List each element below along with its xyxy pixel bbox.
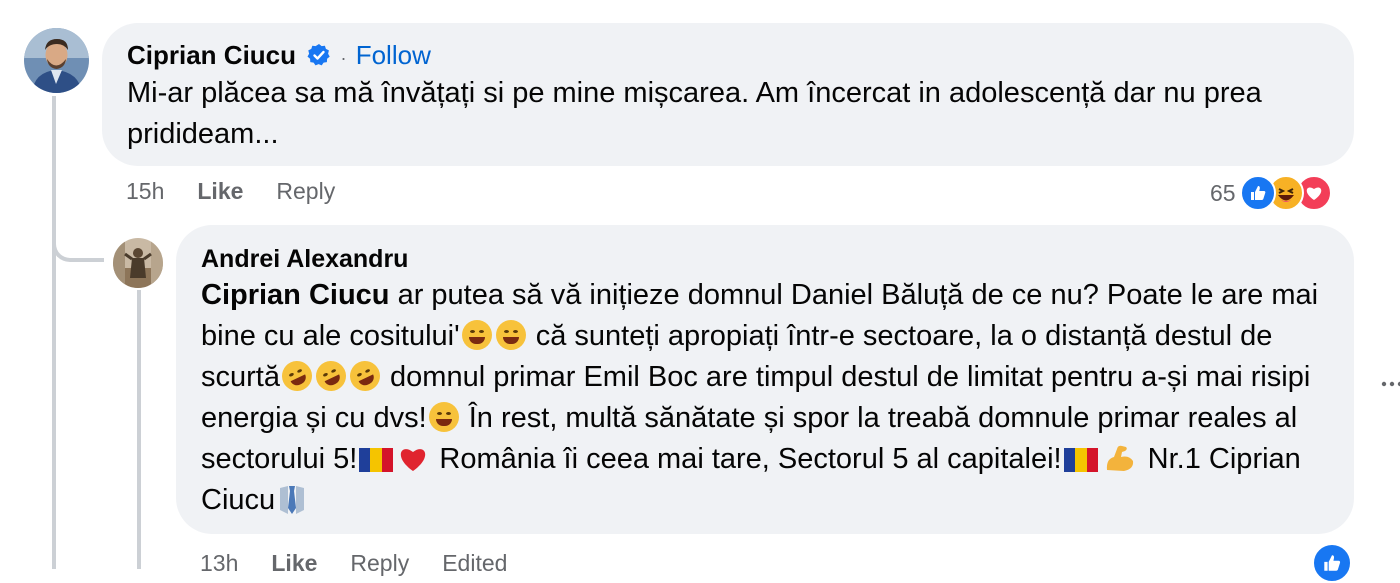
- like-button[interactable]: Like: [197, 178, 243, 205]
- reply-text-part: România îi ceea mai tare, Sectorul 5 al …: [431, 443, 1062, 475]
- reply-text: Ciprian Ciucu ar putea să vă inițieze do…: [201, 275, 1326, 521]
- reaction-summary[interactable]: 65: [1210, 175, 1332, 211]
- verified-badge-icon: [307, 42, 331, 66]
- comment-text: Mi-ar plăcea sa mă învățați si pe mine m…: [127, 77, 1262, 150]
- thread-branch: [52, 220, 104, 262]
- reply-like-icon[interactable]: [1312, 543, 1352, 583]
- romania-flag-icon: [1063, 443, 1098, 472]
- reply-timestamp[interactable]: 13h: [200, 550, 238, 577]
- comment-header: Ciprian Ciucu · Follow: [127, 39, 431, 74]
- comment-bubble: Ciprian Ciucu · Follow Mi-ar plăcea sa m…: [102, 23, 1354, 166]
- reply-author[interactable]: Andrei Alexandru: [201, 243, 408, 275]
- comment-actions: 15h Like Reply: [126, 178, 335, 205]
- follow-button[interactable]: Follow: [356, 40, 431, 70]
- squinting-face-icon: [461, 320, 492, 350]
- rofl-icon: [345, 356, 385, 396]
- red-heart-icon: [397, 443, 429, 473]
- reply-reply-button[interactable]: Reply: [350, 550, 409, 577]
- avatar[interactable]: [24, 28, 89, 93]
- rofl-icon: [277, 356, 317, 396]
- more-options-icon[interactable]: [1380, 376, 1400, 387]
- reaction-count: 65: [1210, 179, 1236, 206]
- necktie-icon: [277, 484, 307, 516]
- reply-thread-line: [137, 290, 141, 569]
- comment-author[interactable]: Ciprian Ciucu: [127, 40, 296, 70]
- reply-avatar[interactable]: [113, 238, 163, 288]
- comment-timestamp[interactable]: 15h: [126, 178, 164, 205]
- rofl-icon: [311, 356, 351, 396]
- like-icon: [1239, 175, 1276, 211]
- romania-flag-icon: [359, 443, 394, 472]
- reply-bubble: Andrei Alexandru Ciprian Ciucu ar putea …: [176, 225, 1354, 534]
- separator-dot: ·: [340, 48, 347, 68]
- mention-link[interactable]: Ciprian Ciucu: [201, 279, 390, 311]
- reply-button[interactable]: Reply: [276, 178, 335, 205]
- reply-like-button[interactable]: Like: [271, 550, 317, 577]
- grinning-sweat-icon: [495, 320, 526, 350]
- flexed-biceps-icon: [1104, 443, 1136, 473]
- grinning-sweat-icon: [428, 402, 459, 432]
- reply-actions: 13h Like Reply Edited: [200, 550, 507, 577]
- thread-line: [52, 96, 56, 569]
- edited-label: Edited: [442, 550, 508, 576]
